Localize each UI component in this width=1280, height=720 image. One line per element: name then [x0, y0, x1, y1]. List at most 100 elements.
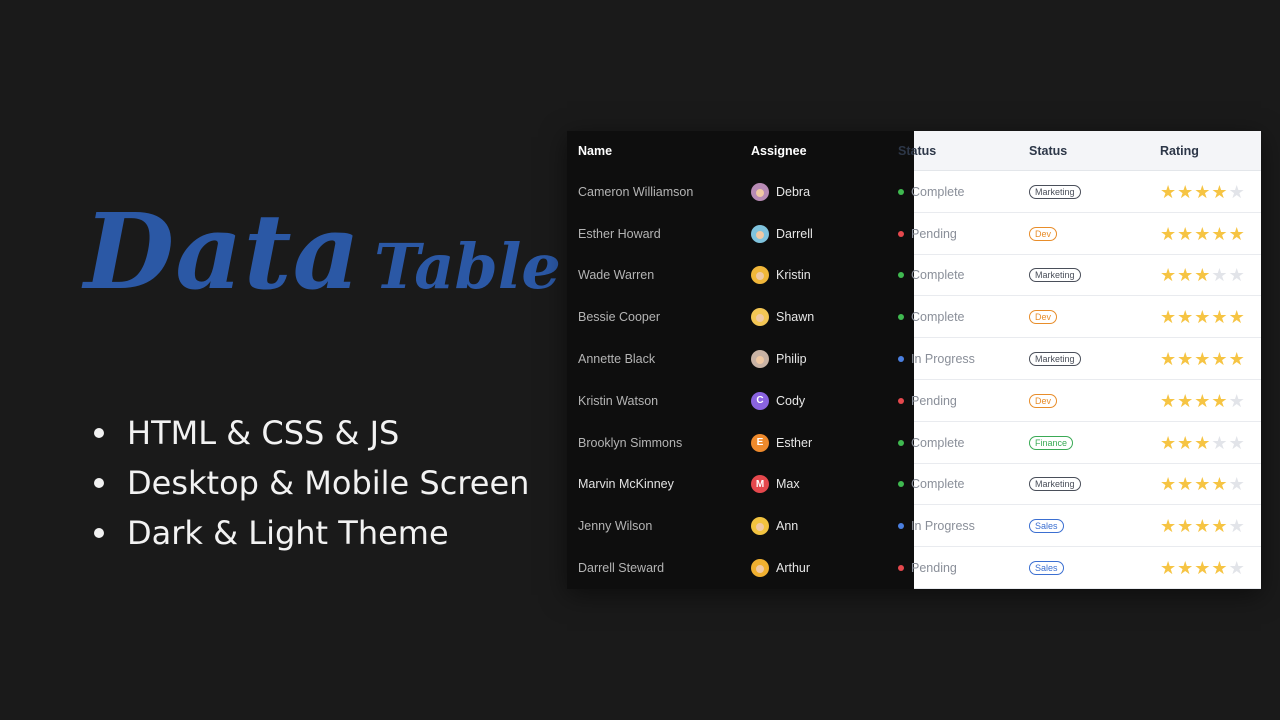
header-assignee[interactable]: Assignee — [751, 131, 891, 171]
status-text: Complete — [911, 310, 965, 325]
star-icon[interactable]: ★ — [1194, 434, 1210, 452]
star-icon[interactable]: ★ — [1194, 392, 1210, 410]
star-icon[interactable]: ★ — [1177, 266, 1193, 284]
star-icon[interactable]: ★ — [1160, 475, 1176, 493]
star-rating[interactable]: ★ ★ ★ ★ ★ — [1160, 559, 1245, 577]
cell-assignee: C Cody — [751, 380, 891, 422]
header-status[interactable]: Status — [898, 131, 1028, 171]
star-rating[interactable]: ★ ★ ★ ★ ★ — [1160, 350, 1245, 368]
star-rating[interactable]: ★ ★ ★ ★ ★ — [1160, 308, 1245, 326]
star-rating[interactable]: ★ ★ ★ ★ ★ — [1160, 517, 1245, 535]
star-rating[interactable]: ★ ★ ★ ★ ★ — [1160, 266, 1245, 284]
cell-status: Complete — [898, 296, 1028, 338]
star-icon[interactable]: ★ — [1229, 308, 1245, 326]
status-text: Complete — [911, 477, 965, 492]
department-badge: Sales — [1029, 561, 1064, 576]
table-row[interactable]: Jenny Wilson Ann In Progress Sales ★ ★ ★ ★ ★ — [567, 505, 1261, 547]
star-icon[interactable]: ★ — [1194, 266, 1210, 284]
star-icon[interactable]: ★ — [1229, 517, 1245, 535]
star-icon[interactable]: ★ — [1177, 475, 1193, 493]
table-row[interactable]: Kristin Watson C Cody Pending Dev ★ ★ ★ ★ ★ — [567, 380, 1261, 422]
star-rating[interactable]: ★ ★ ★ ★ ★ — [1160, 183, 1245, 201]
star-icon[interactable]: ★ — [1194, 475, 1210, 493]
table-row[interactable]: Cameron Williamson Debra Complete Marketing… — [567, 171, 1261, 213]
assignee-name: Debra — [776, 184, 811, 199]
star-icon[interactable]: ★ — [1194, 183, 1210, 201]
cell-department: Dev — [1029, 380, 1159, 422]
cell-status: Pending — [898, 380, 1028, 422]
star-icon[interactable]: ★ — [1160, 434, 1176, 452]
table-row[interactable]: Wade Warren Kristin Complete Marketing ★ ★ ★ ★ ★ — [567, 255, 1261, 297]
bullet-icon — [94, 478, 104, 488]
star-icon[interactable]: ★ — [1211, 183, 1227, 201]
star-icon[interactable]: ★ — [1160, 350, 1176, 368]
star-icon[interactable]: ★ — [1211, 475, 1227, 493]
status-text: Pending — [911, 226, 957, 241]
table-row[interactable]: Brooklyn Simmons E Esther Complete Finance ★ ★… — [567, 422, 1261, 464]
star-icon[interactable]: ★ — [1229, 392, 1245, 410]
table-row[interactable]: Bessie Cooper Shawn Complete Dev ★ ★ ★ ★ ★ — [567, 296, 1261, 338]
star-icon[interactable]: ★ — [1211, 350, 1227, 368]
feature-label: Dark & Light Theme — [127, 514, 449, 552]
star-icon[interactable]: ★ — [1211, 308, 1227, 326]
star-rating[interactable]: ★ ★ ★ ★ ★ — [1160, 434, 1245, 452]
star-icon[interactable]: ★ — [1194, 517, 1210, 535]
star-rating[interactable]: ★ ★ ★ ★ ★ — [1160, 392, 1245, 410]
star-icon[interactable]: ★ — [1177, 517, 1193, 535]
star-icon[interactable]: ★ — [1160, 392, 1176, 410]
star-icon[interactable]: ★ — [1211, 559, 1227, 577]
star-icon[interactable]: ★ — [1177, 183, 1193, 201]
avatar-face-icon — [756, 356, 764, 365]
status-text: Complete — [911, 435, 965, 450]
star-icon[interactable]: ★ — [1160, 308, 1176, 326]
star-icon[interactable]: ★ — [1211, 266, 1227, 284]
department-badge: Marketing — [1029, 184, 1081, 199]
cell-name: Brooklyn Simmons — [578, 422, 748, 464]
header-department[interactable]: Status — [1029, 131, 1159, 171]
star-icon[interactable]: ★ — [1160, 225, 1176, 243]
star-rating[interactable]: ★ ★ ★ ★ ★ — [1160, 225, 1245, 243]
star-icon[interactable]: ★ — [1177, 559, 1193, 577]
star-icon[interactable]: ★ — [1177, 392, 1193, 410]
cell-name: Darrell Steward — [578, 547, 748, 589]
star-icon[interactable]: ★ — [1177, 308, 1193, 326]
star-icon[interactable]: ★ — [1229, 434, 1245, 452]
star-icon[interactable]: ★ — [1194, 559, 1210, 577]
cell-assignee: Debra — [751, 171, 891, 213]
star-icon[interactable]: ★ — [1160, 517, 1176, 535]
star-icon[interactable]: ★ — [1194, 308, 1210, 326]
avatar — [751, 266, 769, 285]
table-row[interactable]: Annette Black Philip In Progress Marketing ★… — [567, 338, 1261, 380]
cell-assignee: Kristin — [751, 255, 891, 297]
cell-department: Marketing — [1029, 338, 1159, 380]
star-icon[interactable]: ★ — [1194, 225, 1210, 243]
table-row[interactable]: Darrell Steward Arthur Pending Sales ★ ★ ★ ★ ★ — [567, 547, 1261, 589]
star-icon[interactable]: ★ — [1229, 266, 1245, 284]
star-icon[interactable]: ★ — [1229, 559, 1245, 577]
star-icon[interactable]: ★ — [1177, 225, 1193, 243]
star-icon[interactable]: ★ — [1160, 183, 1176, 201]
star-icon[interactable]: ★ — [1211, 434, 1227, 452]
star-icon[interactable]: ★ — [1177, 434, 1193, 452]
star-icon[interactable]: ★ — [1211, 225, 1227, 243]
bullet-icon — [94, 428, 104, 438]
table-row[interactable]: Esther Howard Darrell Pending Dev ★ ★ ★ ★ ★ — [567, 213, 1261, 255]
table-row[interactable]: Marvin McKinney M Max Complete Marketing ★ ★ ★ ★… — [567, 464, 1261, 506]
star-icon[interactable]: ★ — [1229, 183, 1245, 201]
header-name[interactable]: Name — [578, 131, 748, 171]
star-icon[interactable]: ★ — [1229, 225, 1245, 243]
cell-status: In Progress — [898, 338, 1028, 380]
feature-label: Desktop & Mobile Screen — [127, 464, 530, 502]
star-icon[interactable]: ★ — [1229, 350, 1245, 368]
star-icon[interactable]: ★ — [1229, 475, 1245, 493]
star-icon[interactable]: ★ — [1211, 392, 1227, 410]
star-rating[interactable]: ★ ★ ★ ★ ★ — [1160, 475, 1245, 493]
star-icon[interactable]: ★ — [1177, 350, 1193, 368]
star-icon[interactable]: ★ — [1160, 559, 1176, 577]
assignee-name: Cody — [776, 393, 806, 408]
star-icon[interactable]: ★ — [1160, 266, 1176, 284]
star-icon[interactable]: ★ — [1211, 517, 1227, 535]
star-icon[interactable]: ★ — [1194, 350, 1210, 368]
header-rating[interactable]: Rating — [1160, 131, 1260, 171]
cell-name: Kristin Watson — [578, 380, 748, 422]
